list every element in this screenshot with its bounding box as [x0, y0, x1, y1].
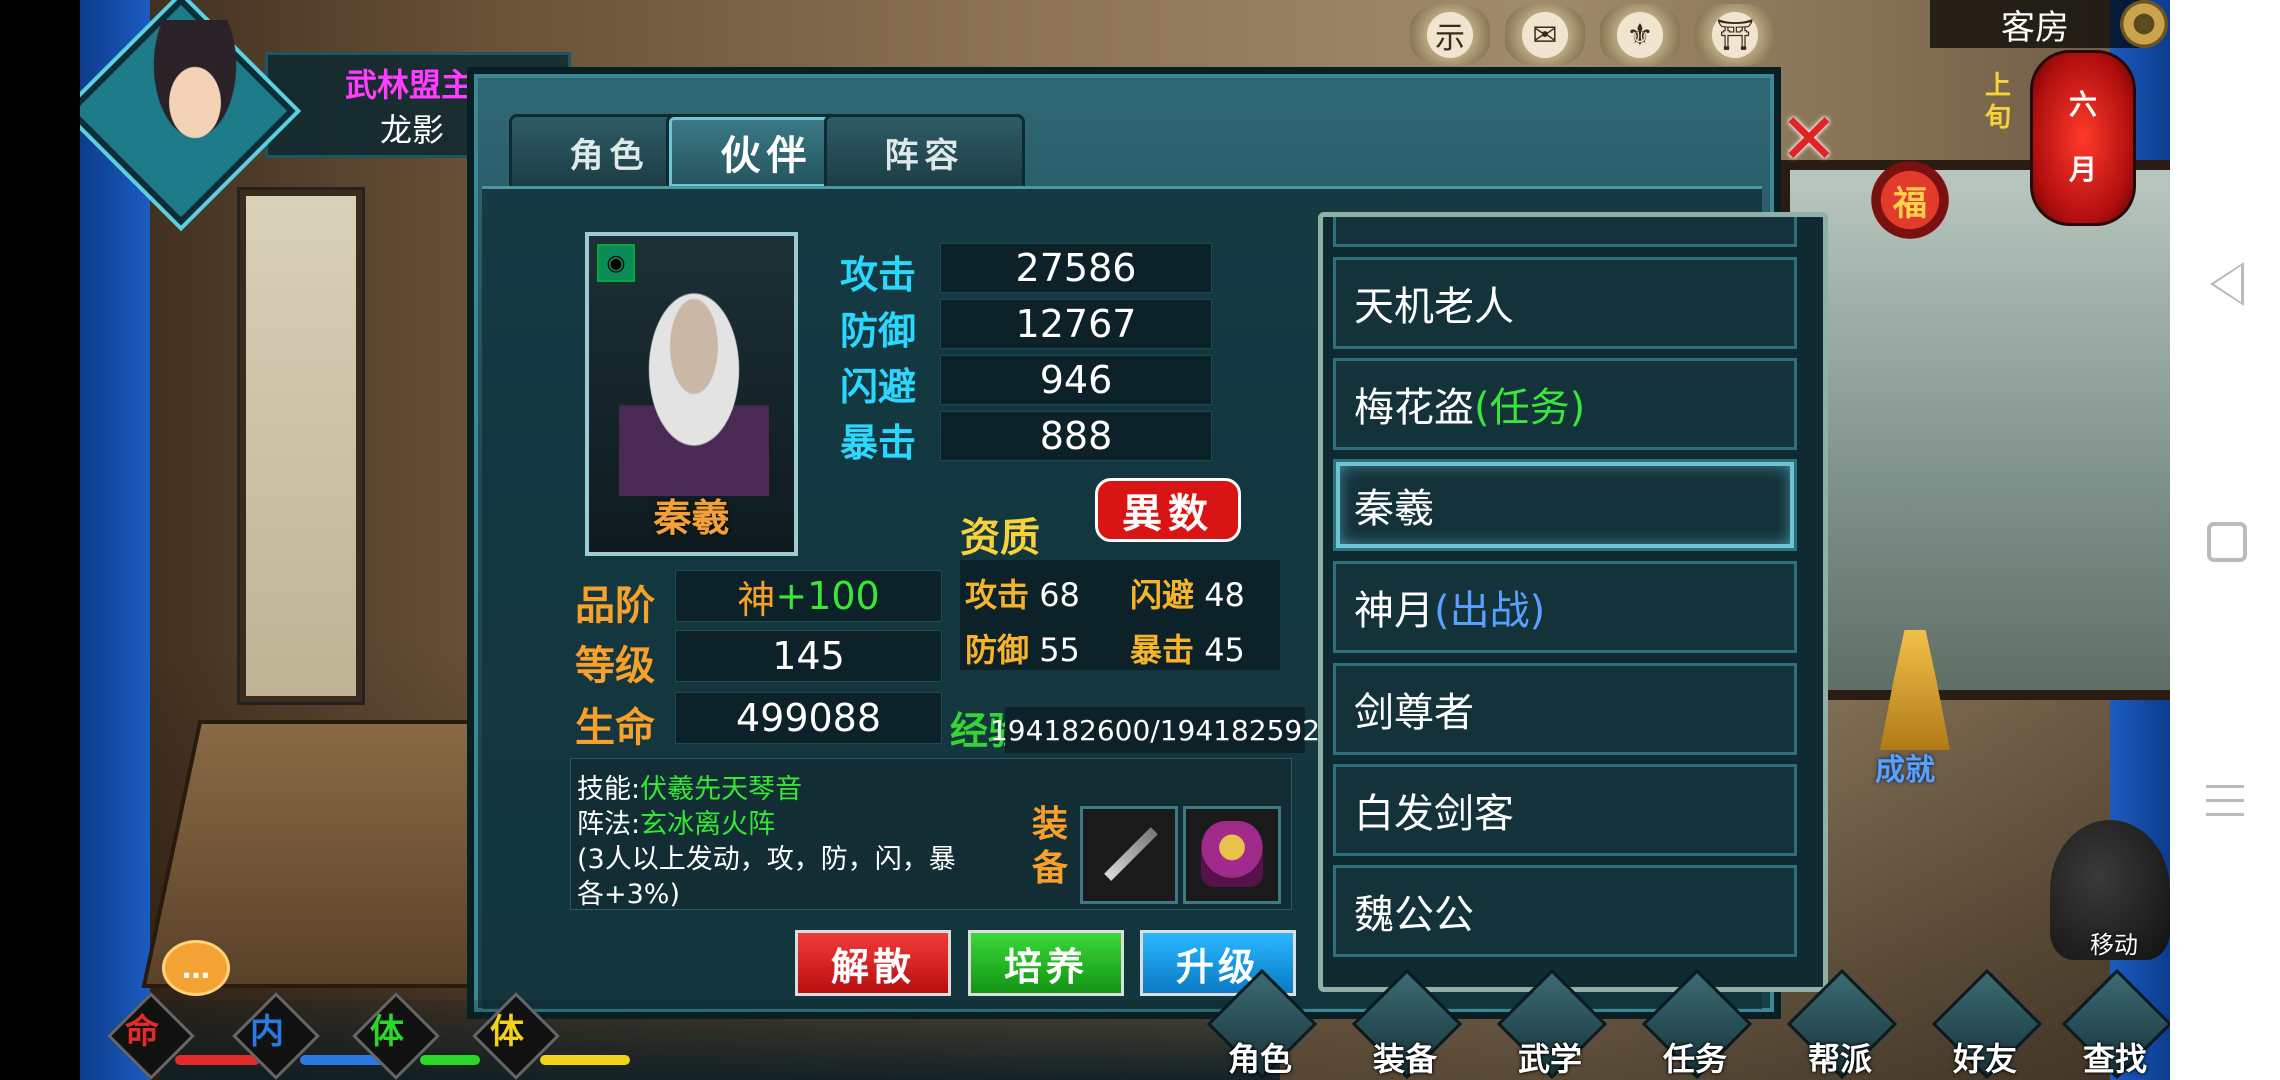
calendar-lantern-icon[interactable]: 六 月	[2030, 50, 2136, 226]
equipment-slot-armor[interactable]	[1183, 806, 1281, 904]
close-icon[interactable]: ✕	[1764, 94, 1854, 184]
stamina-glyph: 体	[370, 1012, 404, 1052]
achievement-label[interactable]: 成就	[1875, 745, 1935, 789]
partner-portrait[interactable]: ◉ 秦羲	[585, 232, 798, 556]
nav-character[interactable]: 角色	[1205, 968, 1318, 1080]
grade-label: 品阶	[575, 583, 655, 629]
stamina-bar	[420, 1055, 480, 1065]
player-guild-title: 武林盟主	[345, 66, 474, 104]
energy-bar	[540, 1055, 630, 1065]
player-name: 龙影	[380, 111, 445, 149]
recents-menu-icon[interactable]	[2206, 785, 2244, 823]
chat-bubble-icon[interactable]: …	[162, 940, 230, 996]
move-label[interactable]: 移动	[2090, 925, 2138, 960]
game-screen: 武林盟主 龙影 示 公告 ✉ 邮件 ⚜ 排名 ⛩ 商城 客房 上旬 六 月 福 …	[80, 0, 2170, 1080]
settings-gear-icon[interactable]	[2120, 0, 2168, 48]
aptitude-crit: 暴击 45	[1130, 631, 1245, 669]
resource-bar-strip	[160, 1000, 1280, 1080]
background-window	[1780, 160, 2170, 700]
aptitude-attack: 攻击 68	[965, 576, 1080, 614]
level-value: 145	[675, 630, 942, 682]
stat-defense-label: 防御	[840, 309, 917, 353]
dismiss-button[interactable]: 解散	[795, 930, 951, 996]
stat-crit-value: 888	[940, 411, 1212, 461]
stat-dodge-label: 闪避	[840, 365, 917, 409]
lantern-month-char-2: 月	[2068, 153, 2097, 186]
nav-search[interactable]: 查找	[2060, 968, 2170, 1080]
stat-crit-label: 暴击	[840, 421, 917, 465]
list-item[interactable]: 剑尊者	[1333, 663, 1797, 755]
exp-value: 194182600/194182592	[990, 707, 1320, 753]
nav-quests[interactable]: 任务	[1640, 968, 1753, 1080]
back-icon-inner	[2214, 266, 2241, 302]
nav-friends[interactable]: 好友	[1930, 968, 2043, 1080]
list-item[interactable]: 梅花盗 (任务)	[1333, 358, 1797, 450]
formation-line: 阵法:玄冰离火阵	[577, 809, 776, 840]
grade-value: 神 +100	[675, 570, 942, 622]
lantern-month-char-1: 六	[2068, 88, 2097, 121]
inner-power-glyph: 内	[250, 1012, 284, 1052]
list-item-partial[interactable]	[1333, 217, 1797, 247]
health-bar	[175, 1055, 260, 1065]
calendar-period: 上旬	[1985, 71, 2012, 133]
aptitude-defense: 防御 55	[965, 631, 1080, 669]
list-item-selected[interactable]: 秦羲	[1333, 459, 1797, 551]
equipment-label: 装备	[1031, 804, 1068, 889]
equipment-slot-weapon[interactable]	[1080, 806, 1178, 904]
level-label: 等级	[575, 643, 655, 689]
wall-scroll-painting	[240, 190, 362, 702]
fortune-icon[interactable]: 福	[1870, 150, 1950, 250]
ranking-icon[interactable]: ⚜	[1600, 4, 1680, 66]
list-item[interactable]: 白发剑客	[1333, 764, 1797, 856]
health-glyph: 命	[125, 1012, 159, 1052]
mail-icon[interactable]: ✉	[1505, 4, 1585, 66]
aptitude-dodge: 闪避 48	[1130, 576, 1245, 614]
sword-icon	[1104, 827, 1158, 881]
nav-guild[interactable]: 帮派	[1785, 968, 1898, 1080]
list-item[interactable]: 天机老人	[1333, 257, 1797, 349]
hp-label: 生命	[575, 705, 655, 751]
stat-defense-value: 12767	[940, 299, 1212, 349]
formation-desc-line-2: 各+3%)	[577, 879, 680, 910]
partner-list[interactable]: 天机老人 梅花盗 (任务) 秦羲 神月 (出战) 剑尊者 白发剑客 魏公公	[1318, 212, 1828, 992]
tab-formation[interactable]: 阵容	[824, 114, 1025, 187]
stat-attack-label: 攻击	[840, 253, 917, 297]
stat-dodge-value: 946	[940, 355, 1212, 405]
aptitude-box: 攻击 68 闪避 48 防御 55 暴击 45	[960, 560, 1280, 670]
location-label: 客房	[1930, 0, 2140, 48]
formation-desc-line-1: (3人以上发动，攻，防，闪，暴	[577, 844, 956, 875]
train-button[interactable]: 培养	[968, 930, 1124, 996]
skill-line: 技能:伏羲先天琴音	[577, 774, 803, 805]
nav-martial-arts[interactable]: 武学	[1495, 968, 1608, 1080]
energy-glyph: 体	[490, 1012, 524, 1052]
list-item[interactable]: 神月 (出战)	[1333, 561, 1797, 653]
list-item[interactable]: 魏公公	[1333, 865, 1797, 957]
hp-value: 499088	[675, 692, 942, 744]
stat-attack-value: 27586	[940, 243, 1212, 293]
partner-figure-image	[619, 266, 769, 496]
aptitude-label: 资质	[960, 515, 1040, 561]
shop-icon[interactable]: ⛩	[1695, 4, 1775, 66]
armor-icon	[1201, 821, 1263, 887]
announcement-icon[interactable]: 示	[1410, 4, 1490, 66]
home-icon[interactable]	[2207, 522, 2247, 562]
avatar-portrait-icon	[135, 20, 255, 170]
nav-equipment[interactable]: 装备	[1350, 968, 1463, 1080]
partner-portrait-name: 秦羲	[653, 496, 730, 540]
rare-badge: 異数	[1095, 478, 1241, 542]
